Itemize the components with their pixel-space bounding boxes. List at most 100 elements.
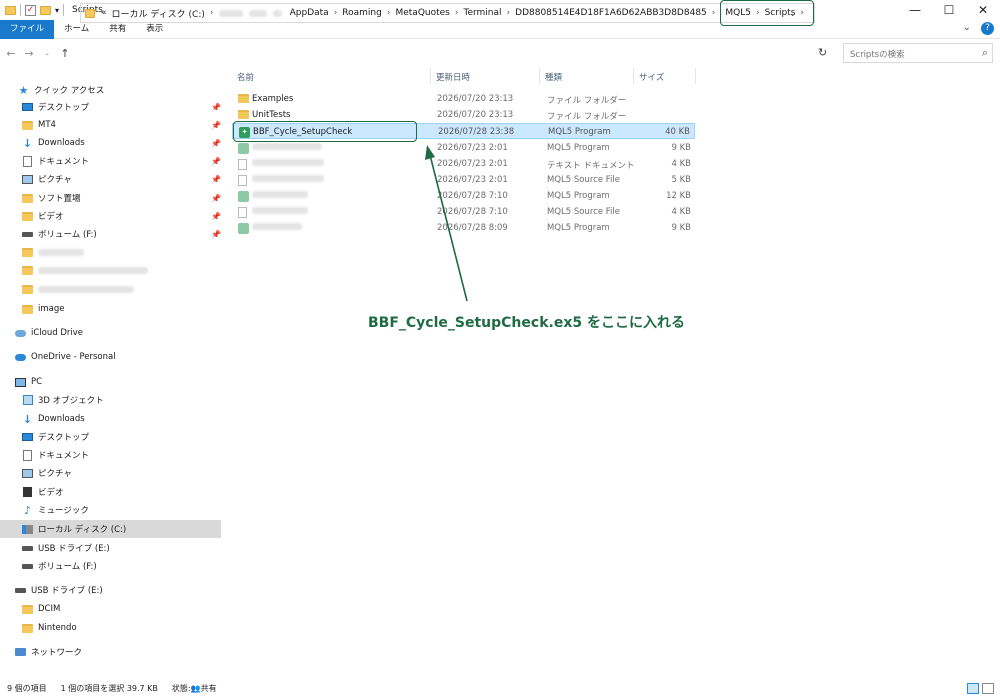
file-row-examples[interactable]: Examples 2026/07/20 23:13 ファイル フォルダー <box>232 91 695 107</box>
drive-icon <box>22 231 33 237</box>
expand-ribbon-icon[interactable]: ⌄ <box>963 22 971 35</box>
search-placeholder: Scriptsの検索 <box>850 50 905 60</box>
divider <box>63 4 65 16</box>
file-row[interactable]: 2026/07/28 8:09 MQL5 Program 9 KB <box>232 220 695 236</box>
column-type[interactable]: 種類 <box>545 71 562 83</box>
sidebar-item-usb-e[interactable]: USB ドライブ (E:) <box>22 539 243 557</box>
sidebar-item-3d-objects[interactable]: 3D オブジェクト <box>22 391 243 409</box>
sidebar-item-pc-volume-f[interactable]: ボリューム (F:) <box>22 557 243 575</box>
sidebar-item-dcim[interactable]: DCIM <box>22 600 243 618</box>
sidebar-item-pc-music[interactable]: ♪ ミュージック <box>22 501 243 519</box>
sidebar-item-mt4[interactable]: MT4 📌 <box>22 116 243 134</box>
up-button[interactable]: ↑ <box>58 47 72 60</box>
pin-icon: 📌 <box>211 193 221 203</box>
column-date[interactable]: 更新日時 <box>436 71 470 83</box>
tab-file[interactable]: ファイル <box>0 19 55 39</box>
forward-button[interactable]: → <box>22 47 36 60</box>
column-headers: 名前 更新日時 種類 サイズ <box>232 66 702 86</box>
sidebar-item-blurred[interactable] <box>22 280 243 298</box>
folder-icon <box>22 284 33 294</box>
sidebar-item-image[interactable]: image <box>22 300 243 318</box>
selection-info: 1 個の項目を選択 39.7 KB <box>60 683 158 693</box>
drive-icon <box>15 587 26 593</box>
file-row[interactable]: 2026/07/23 2:01 MQL5 Source File 5 KB <box>232 172 695 188</box>
breadcrumb-roaming[interactable]: Roaming › <box>342 8 395 18</box>
column-divider[interactable] <box>430 68 431 84</box>
pin-icon: 📌 <box>211 156 221 166</box>
address-bar[interactable]: « ローカル ディスク (C:) › AppData › Roaming › Meta… <box>80 0 815 26</box>
address-dropdown-icon[interactable]: ⌄ <box>789 9 796 18</box>
properties-icon[interactable]: ✓ <box>25 4 36 16</box>
sidebar-item-downloads[interactable]: ↓ Downloads 📌 <box>22 134 243 152</box>
pin-icon: 📌 <box>211 102 221 112</box>
breadcrumb-mql5[interactable]: MQL5 › <box>725 8 764 18</box>
sidebar-item-volume-f[interactable]: ボリューム (F:) 📌 <box>22 225 243 243</box>
mql5-program-icon <box>238 143 249 154</box>
close-button[interactable]: ✕ <box>966 0 1000 20</box>
sidebar-item-pc-documents[interactable]: ドキュメント <box>22 446 243 464</box>
picture-icon <box>22 174 33 184</box>
file-row[interactable]: 2026/07/28 7:10 MQL5 Source File 4 KB <box>232 204 695 220</box>
breadcrumb-scripts[interactable]: Scripts › <box>765 8 809 18</box>
new-folder-icon[interactable] <box>40 5 51 15</box>
column-divider[interactable] <box>695 68 696 84</box>
folder-icon <box>22 193 33 203</box>
details-view-button[interactable] <box>967 683 979 694</box>
sidebar-item-videos[interactable]: ビデオ 📌 <box>22 207 243 225</box>
refresh-icon[interactable]: ↻ <box>818 46 827 59</box>
sidebar-item-pc-videos[interactable]: ビデオ <box>22 483 243 501</box>
file-row[interactable]: 2026/07/23 2:01 MQL5 Program 9 KB <box>232 140 695 156</box>
blurred-text <box>38 285 134 293</box>
breadcrumb-terminal-id[interactable]: DD8808514E4D18F1A6D62ABB3D8D8485 › <box>515 8 720 18</box>
quick-access-dropdown-icon[interactable]: ▾ <box>55 6 59 15</box>
maximize-button[interactable]: ☐ <box>932 0 966 20</box>
sidebar-item-blurred[interactable] <box>22 261 243 279</box>
sidebar-item-local-disk-c[interactable]: ローカル ディスク (C:) <box>0 520 221 538</box>
breadcrumb-drive[interactable]: ローカル ディスク (C:) › <box>111 7 218 20</box>
sidebar-item-pictures[interactable]: ピクチャ 📌 <box>22 170 243 188</box>
mql5-program-icon <box>238 223 249 234</box>
breadcrumb-overflow[interactable]: « <box>101 8 107 18</box>
sidebar-item-documents[interactable]: ドキュメント 📌 <box>22 152 243 170</box>
desktop-icon <box>22 103 33 111</box>
annotation-text: BBF_Cycle_SetupCheck.ex5 をここに入れる <box>368 315 685 331</box>
sidebar-item-usb-drive[interactable]: USB ドライブ (E:) <box>15 581 236 599</box>
help-icon[interactable]: ? <box>981 22 994 35</box>
star-icon: ★ <box>18 83 29 97</box>
sidebar-item-pc-pictures[interactable]: ピクチャ <box>22 464 243 482</box>
sidebar-item-onedrive[interactable]: OneDrive - Personal <box>15 348 236 366</box>
column-size[interactable]: サイズ <box>639 71 664 83</box>
back-button[interactable]: ← <box>4 47 18 60</box>
search-input[interactable]: Scriptsの検索 ⌕ <box>843 43 993 63</box>
breadcrumb-terminal[interactable]: Terminal › <box>463 8 515 18</box>
sidebar-item-icloud[interactable]: iCloud Drive <box>15 324 236 342</box>
breadcrumb-metaquotes[interactable]: MetaQuotes › <box>395 8 463 18</box>
sidebar-item-software[interactable]: ソフト置場 📌 <box>22 189 243 207</box>
blurred-crumb <box>218 9 244 17</box>
document-icon <box>23 449 32 461</box>
file-row[interactable]: 2026/07/28 7:10 MQL5 Program 12 KB <box>232 188 695 204</box>
sidebar-item-pc-downloads[interactable]: ↓ Downloads <box>22 410 243 428</box>
sidebar-item-pc-desktop[interactable]: デスクトップ <box>22 428 243 446</box>
pin-icon: 📌 <box>211 120 221 130</box>
column-divider[interactable] <box>539 68 540 84</box>
breadcrumb-appdata[interactable]: AppData › <box>290 8 343 18</box>
file-row[interactable]: 2026/07/23 2:01 テキスト ドキュメント 4 KB <box>232 156 695 172</box>
folder-icon <box>85 8 95 18</box>
sidebar-item-quick-access[interactable]: ★ クイック アクセス <box>18 81 239 99</box>
large-icons-view-button[interactable] <box>982 683 994 694</box>
column-name[interactable]: 名前 <box>237 71 254 83</box>
column-divider[interactable] <box>633 68 634 84</box>
document-icon <box>23 155 32 167</box>
sidebar-item-network[interactable]: ネットワーク <box>15 643 236 661</box>
search-icon[interactable]: ⌕ <box>982 46 988 60</box>
recent-locations-icon[interactable]: ⌄ <box>40 49 54 57</box>
file-list: 名前 更新日時 種類 サイズ Examples 2026/07/20 23:13… <box>232 66 1000 678</box>
sidebar-item-nintendo[interactable]: Nintendo <box>22 619 243 637</box>
sidebar-item-pc[interactable]: PC <box>15 373 236 391</box>
annotation-highlight-box <box>233 121 417 142</box>
minimize-button[interactable]: — <box>898 0 932 20</box>
computer-icon <box>15 377 26 387</box>
sidebar-item-desktop[interactable]: デスクトップ 📌 <box>22 98 243 116</box>
sidebar-item-blurred[interactable] <box>22 243 243 261</box>
